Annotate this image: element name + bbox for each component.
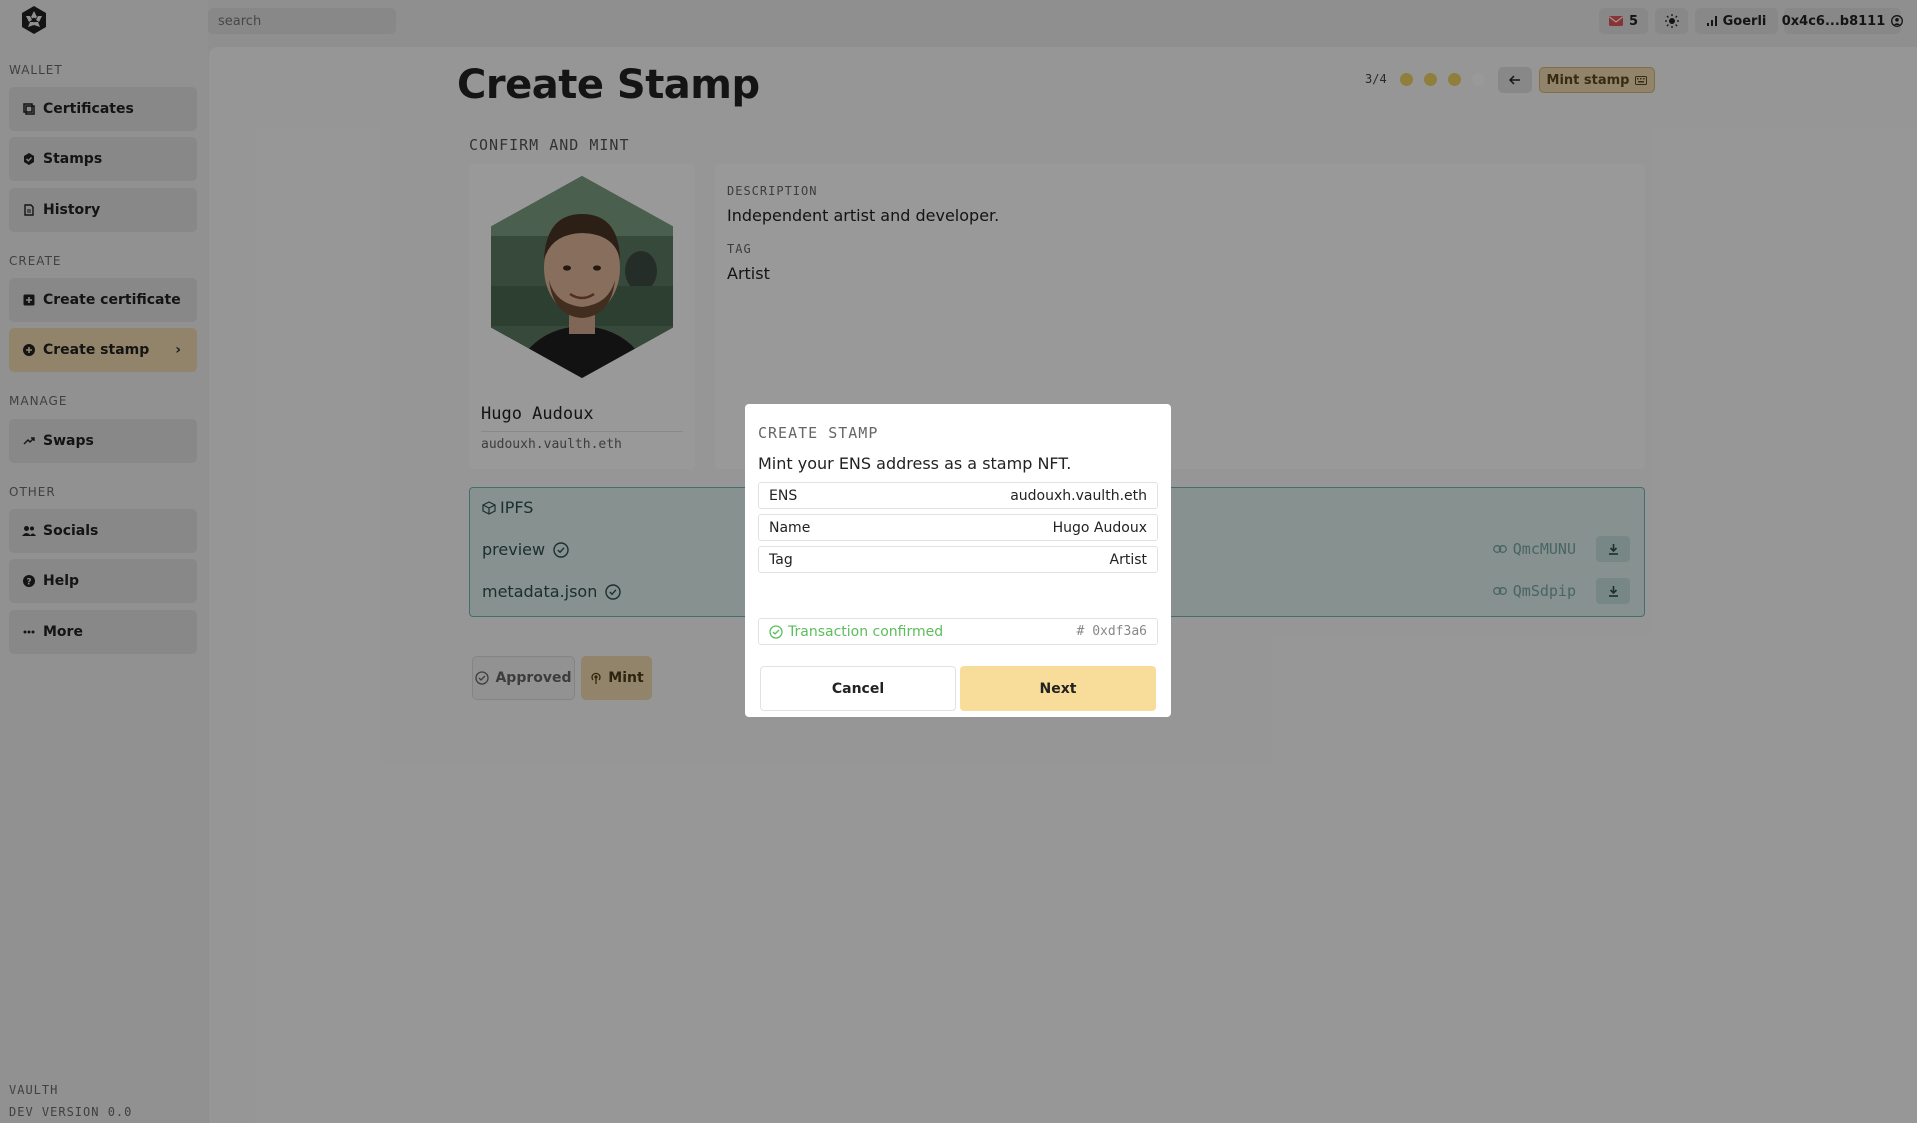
transaction-status: Transaction confirmed # 0xdf3a6: [758, 618, 1158, 645]
modal-row-name: Name Hugo Audoux: [758, 514, 1158, 541]
status-confirmed: Transaction confirmed: [769, 624, 943, 640]
next-button[interactable]: Next: [960, 666, 1156, 711]
row-value: Artist: [1109, 551, 1148, 568]
row-label: Name: [769, 519, 811, 536]
check-circle-icon: [769, 624, 783, 639]
modal-row-tag: Tag Artist: [758, 546, 1158, 573]
row-label: ENS: [769, 487, 798, 504]
cancel-button[interactable]: Cancel: [760, 666, 956, 711]
create-stamp-modal: CREATE STAMP Mint your ENS address as a …: [745, 404, 1171, 717]
row-value: audouxh.vaulth.eth: [1010, 487, 1147, 504]
modal-row-ens: ENS audouxh.vaulth.eth: [758, 482, 1158, 509]
row-value: Hugo Audoux: [1052, 519, 1147, 536]
row-label: Tag: [769, 551, 793, 568]
transaction-hash[interactable]: # 0xdf3a6: [1077, 624, 1147, 639]
modal-subtitle: Mint your ENS address as a stamp NFT.: [758, 454, 1072, 473]
modal-title: CREATE STAMP: [758, 424, 879, 442]
